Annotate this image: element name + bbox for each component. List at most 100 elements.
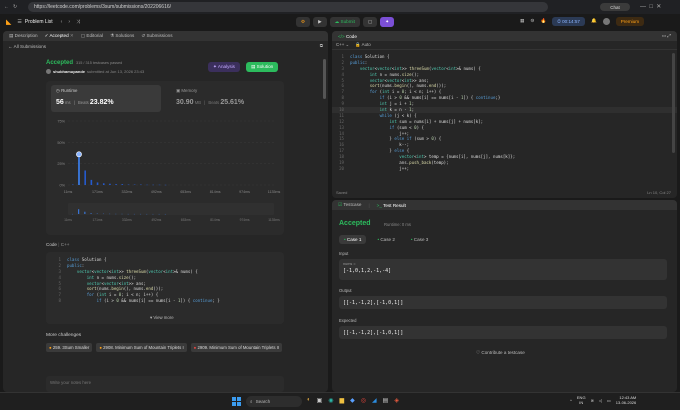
left-scrollbar[interactable]	[323, 59, 326, 99]
case-tabs: • Case 1 • Case 2 • Case 3	[339, 235, 433, 244]
window-controls[interactable]: — □ ✕	[640, 3, 661, 10]
clock[interactable]: 12:43 AM 13-06-2026	[616, 395, 636, 406]
back-icon[interactable]: ←	[4, 4, 9, 10]
clock-icon: ◷	[56, 88, 60, 93]
run-submit-group: ⚙ ▶ ☁ Submit ▢ ✦	[296, 17, 395, 27]
terminal-icon[interactable]: ▤	[383, 397, 389, 404]
challenge-1[interactable]: ● 259. 3Sum Smaller	[46, 343, 93, 352]
input-value: [-1,0,1,2,-1,-4]	[343, 268, 392, 274]
brush-tick-label: 492ms	[151, 218, 161, 222]
contribute-testcase-link[interactable]: ♡ Contribute a testcase	[476, 350, 525, 356]
y-tick-label: 50%	[57, 141, 65, 145]
result-tabbar: ☑ Testcase | >_ Test Result	[332, 200, 677, 210]
y-tick-label: 25%	[57, 162, 65, 166]
x-tick-label: 332ms	[121, 190, 132, 194]
widget-icon[interactable]: ◐	[307, 397, 311, 404]
view-more-link[interactable]: ▾ View more	[150, 315, 174, 321]
start-icon[interactable]	[232, 397, 241, 406]
submit-button[interactable]: ☁ Submit	[329, 17, 360, 27]
settings-icon[interactable]: ⚙	[530, 19, 534, 24]
editor-window-controls[interactable]: ▭ ⤢	[662, 33, 671, 39]
address-bar[interactable]: https://leetcode.com/problems/3sum/submi…	[28, 2, 548, 12]
store-icon[interactable]: ◆	[350, 397, 355, 404]
expected-label: Expected	[339, 318, 357, 323]
tab-description[interactable]: ▤ Description	[9, 33, 38, 39]
back-row: ← All Submissions ⧉	[3, 41, 328, 50]
notes-input[interactable]: Write your notes here	[46, 376, 284, 392]
edge-icon[interactable]: ◉	[328, 397, 333, 404]
tab-editorial[interactable]: ▢ Editorial	[81, 33, 103, 39]
auto-toggle[interactable]: 🔒 Auto	[355, 42, 371, 48]
tab-test-result[interactable]: >_ Test Result	[377, 203, 406, 208]
prev-icon[interactable]: ‹	[61, 19, 63, 25]
memory-box[interactable]: ▣ Memory 30.90 MB | Beats 25.61%	[171, 85, 281, 112]
search-icon: ⌕	[250, 399, 253, 404]
distribution-bar	[96, 182, 99, 185]
taskbar-search[interactable]: ⌕ Search	[246, 396, 302, 407]
distribution-bar	[90, 179, 93, 185]
volume-icon[interactable]: ◁	[599, 398, 602, 403]
tray-chevron-icon[interactable]: ^	[570, 398, 572, 403]
challenge-3[interactable]: ● 2909. Minimum Sum of Mountain Triplets…	[190, 343, 283, 352]
language-select[interactable]: C++ ⌄	[336, 42, 349, 48]
list-icon[interactable]: ☰	[17, 19, 21, 25]
result-status: Accepted	[339, 220, 371, 227]
x-tick-label: 974ms	[239, 190, 250, 194]
brush-bar	[78, 209, 80, 214]
wifi-icon[interactable]: ≋	[591, 398, 594, 403]
user-avatar[interactable]	[46, 69, 51, 74]
chart-brush	[68, 203, 274, 215]
task-view-icon[interactable]: ▣	[317, 397, 323, 404]
file-explorer-icon[interactable]: ▆	[340, 397, 345, 404]
all-submissions-link[interactable]: ← All Submissions	[8, 44, 46, 49]
code-line: 20 j++;	[339, 165, 410, 171]
tab-code[interactable]: </> Code	[338, 34, 357, 39]
challenge-2[interactable]: ● 2908. Minimum Sum of Mountain Triplets…	[96, 343, 187, 352]
timer[interactable]: ⏱ 00:14:57	[552, 17, 585, 26]
username[interactable]: shubhamupande	[53, 69, 85, 74]
premium-button[interactable]: Premium	[615, 17, 645, 26]
debug-button[interactable]: ⚙	[296, 17, 311, 27]
battery-icon[interactable]: ▭	[607, 398, 611, 403]
brush-tick-label: 171ms	[92, 218, 102, 222]
case-3-tab[interactable]: • Case 3	[406, 235, 433, 244]
reload-icon[interactable]: ↻	[13, 4, 17, 10]
tab-solutions[interactable]: ⚗ Solutions	[110, 33, 134, 39]
leetcode-logo[interactable]: ◣	[6, 19, 11, 26]
challenge-list: ● 259. 3Sum Smaller ● 2908. Minimum Sum …	[46, 343, 286, 352]
language-indicator[interactable]: ENG IN	[577, 396, 586, 405]
next-icon[interactable]: ›	[68, 19, 70, 25]
fire-icon[interactable]: 🔥	[540, 19, 546, 24]
notification-icon[interactable]: 🔔	[591, 19, 597, 24]
brush-bar	[84, 211, 86, 214]
brush-tick-label: 1135ms	[268, 218, 280, 222]
assistant-button[interactable]: ✦	[380, 17, 395, 27]
tab-testcase[interactable]: ☑ Testcase	[338, 202, 361, 208]
notes-button[interactable]: ▢	[362, 17, 378, 27]
testcases-passed: 315 / 315 testcases passed	[76, 61, 123, 65]
chat-button[interactable]: Chat	[600, 3, 630, 11]
editor-scrollbar[interactable]	[672, 53, 675, 153]
runtime-box[interactable]: ◷ Runtime 56 ms | Beats 23.82%	[51, 85, 161, 112]
case-1-tab[interactable]: • Case 1	[339, 235, 367, 244]
vscode-icon[interactable]: ◢	[372, 397, 377, 404]
code-editor[interactable]: 1 class Solution {2 public: 3 vector<vector…	[332, 50, 677, 178]
cursor-position: Ln 10, Col 27	[647, 190, 671, 195]
y-tick-label: 75%	[57, 120, 65, 124]
brush-tick-label: 814ms	[210, 218, 220, 222]
problem-list-link[interactable]: Problem List	[25, 19, 53, 25]
chrome-icon[interactable]: ◎	[361, 397, 366, 404]
layout-icon[interactable]: ▦	[520, 19, 524, 24]
case-2-tab[interactable]: • Case 2	[372, 235, 399, 244]
avatar[interactable]	[602, 18, 610, 25]
brush-tick-label: 974ms	[240, 218, 250, 222]
run-button[interactable]: ▶	[313, 17, 327, 27]
copy-icon[interactable]: ⧉	[320, 43, 323, 48]
tab-submissions[interactable]: ↺ Submissions	[141, 33, 172, 39]
tab-accepted[interactable]: ✓ Accepted ✕	[45, 33, 74, 39]
mail-icon[interactable]: ◈	[394, 397, 399, 404]
solution-button[interactable]: ▤ Solution	[246, 62, 279, 72]
shuffle-icon[interactable]: ⤨	[76, 19, 80, 25]
analysis-button[interactable]: ✦ Analysis	[208, 62, 240, 72]
runtime-distribution-chart[interactable]: 75% 50% 25% 0% 11ms 171ms 332ms 492ms 653ms 814ms…	[46, 115, 284, 235]
